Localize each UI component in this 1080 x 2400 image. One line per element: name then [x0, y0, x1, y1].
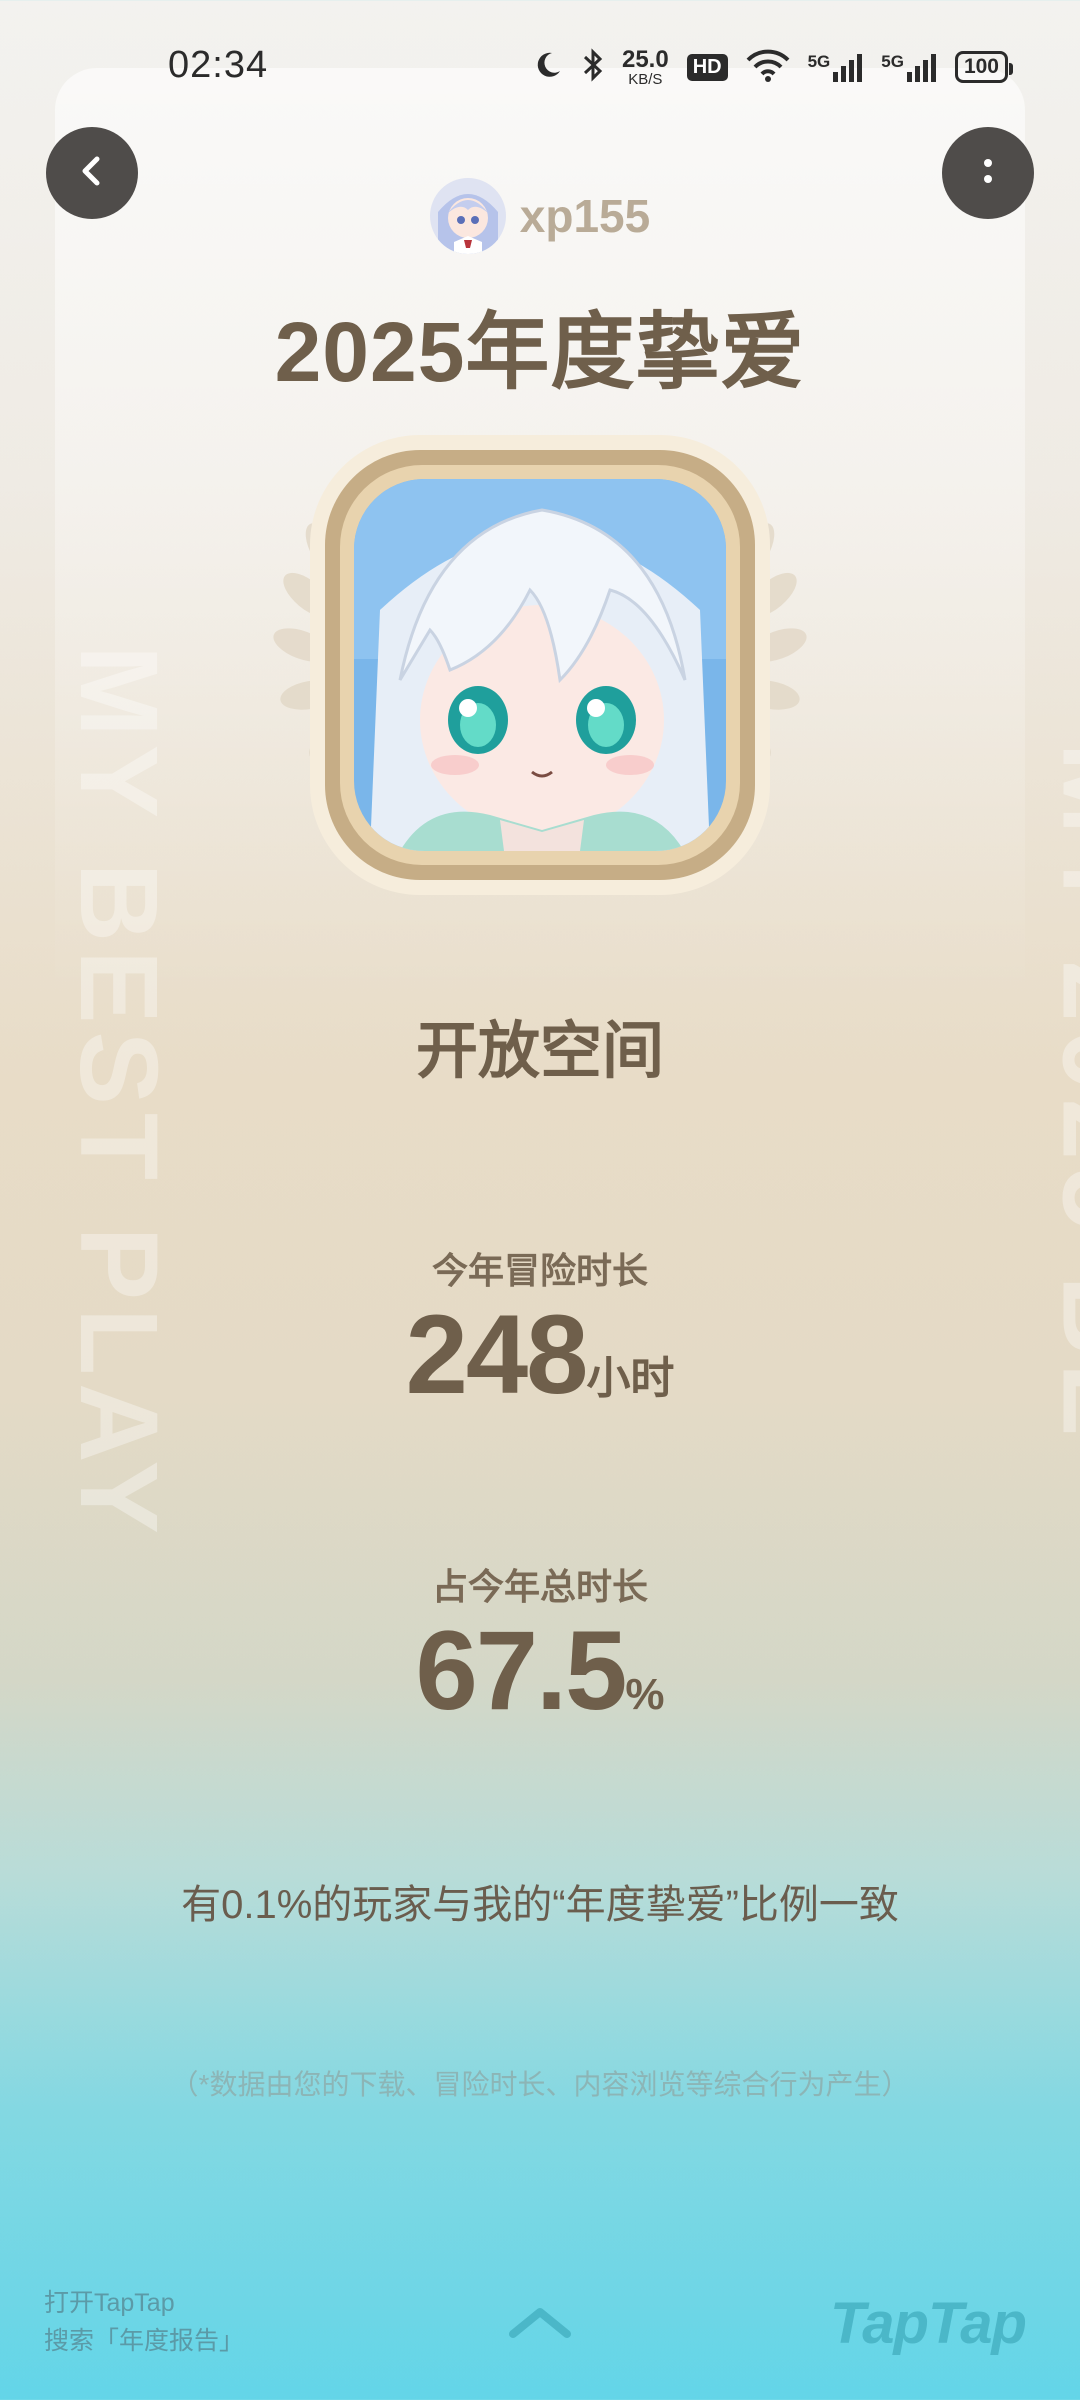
- share-unit: %: [625, 1670, 665, 1719]
- taptap-logo: TapTap: [830, 2291, 1027, 2356]
- status-icons: 25.0 KB/S HD 5G 5G 100: [532, 44, 1014, 90]
- footer-hint-line-2: 搜索「年度报告」: [44, 2327, 245, 2355]
- game-badge: [230, 420, 850, 920]
- page-title: 2025年度挚爱: [274, 305, 806, 399]
- footer-hint: 打开TapTap 搜索「年度报告」: [44, 2284, 244, 2360]
- moon-icon: [532, 49, 564, 86]
- share-label: 占今年总时长: [431, 1566, 648, 1607]
- game-icon-art: [354, 479, 726, 851]
- adventure-time-number: 248: [405, 1292, 589, 1417]
- bluetooth-icon: [582, 47, 604, 87]
- battery-indicator: 100: [954, 51, 1014, 83]
- user-row: xp155: [0, 178, 1080, 254]
- signal-5g-icon-1: 5G: [808, 52, 864, 82]
- share-value: 67.5%: [0, 1606, 1080, 1735]
- report-card: [55, 68, 1025, 2400]
- net-label-2: 5G: [881, 52, 904, 71]
- net-label-1: 5G: [807, 52, 831, 71]
- network-speed: 25.0 KB/S: [621, 45, 669, 88]
- status-bar: 02:34 25.0 KB/S HD 5G 5G 100: [0, 0, 1080, 140]
- speed-unit: KB/S: [628, 70, 663, 88]
- adventure-time-label: 今年冒险时长: [431, 1250, 648, 1291]
- hd-icon: HD: [686, 53, 728, 81]
- swipe-up-button[interactable]: [505, 2302, 575, 2347]
- signal-5g-icon-2: 5G: [881, 52, 937, 82]
- data-note: （*数据由您的下载、冒险时长、内容浏览等综合行为产生）: [170, 2069, 910, 2100]
- ratio-text: 有0.1%的玩家与我的“年度挚爱”比例一致: [181, 1883, 899, 1927]
- avatar[interactable]: [429, 178, 506, 254]
- game-name: 开放空间: [415, 1017, 664, 1086]
- adventure-time-unit: 小时: [586, 1354, 675, 1403]
- share-number: 67.5: [415, 1608, 627, 1733]
- username: xp155: [519, 190, 651, 242]
- footer-hint-line-1: 打开TapTap: [44, 2289, 175, 2317]
- chevron-up-icon: [505, 2308, 575, 2346]
- adventure-time-value: 248小时: [0, 1290, 1080, 1419]
- speed-value: 25.0: [621, 45, 669, 73]
- wifi-icon: [746, 48, 790, 87]
- status-time: 02:34: [168, 44, 269, 86]
